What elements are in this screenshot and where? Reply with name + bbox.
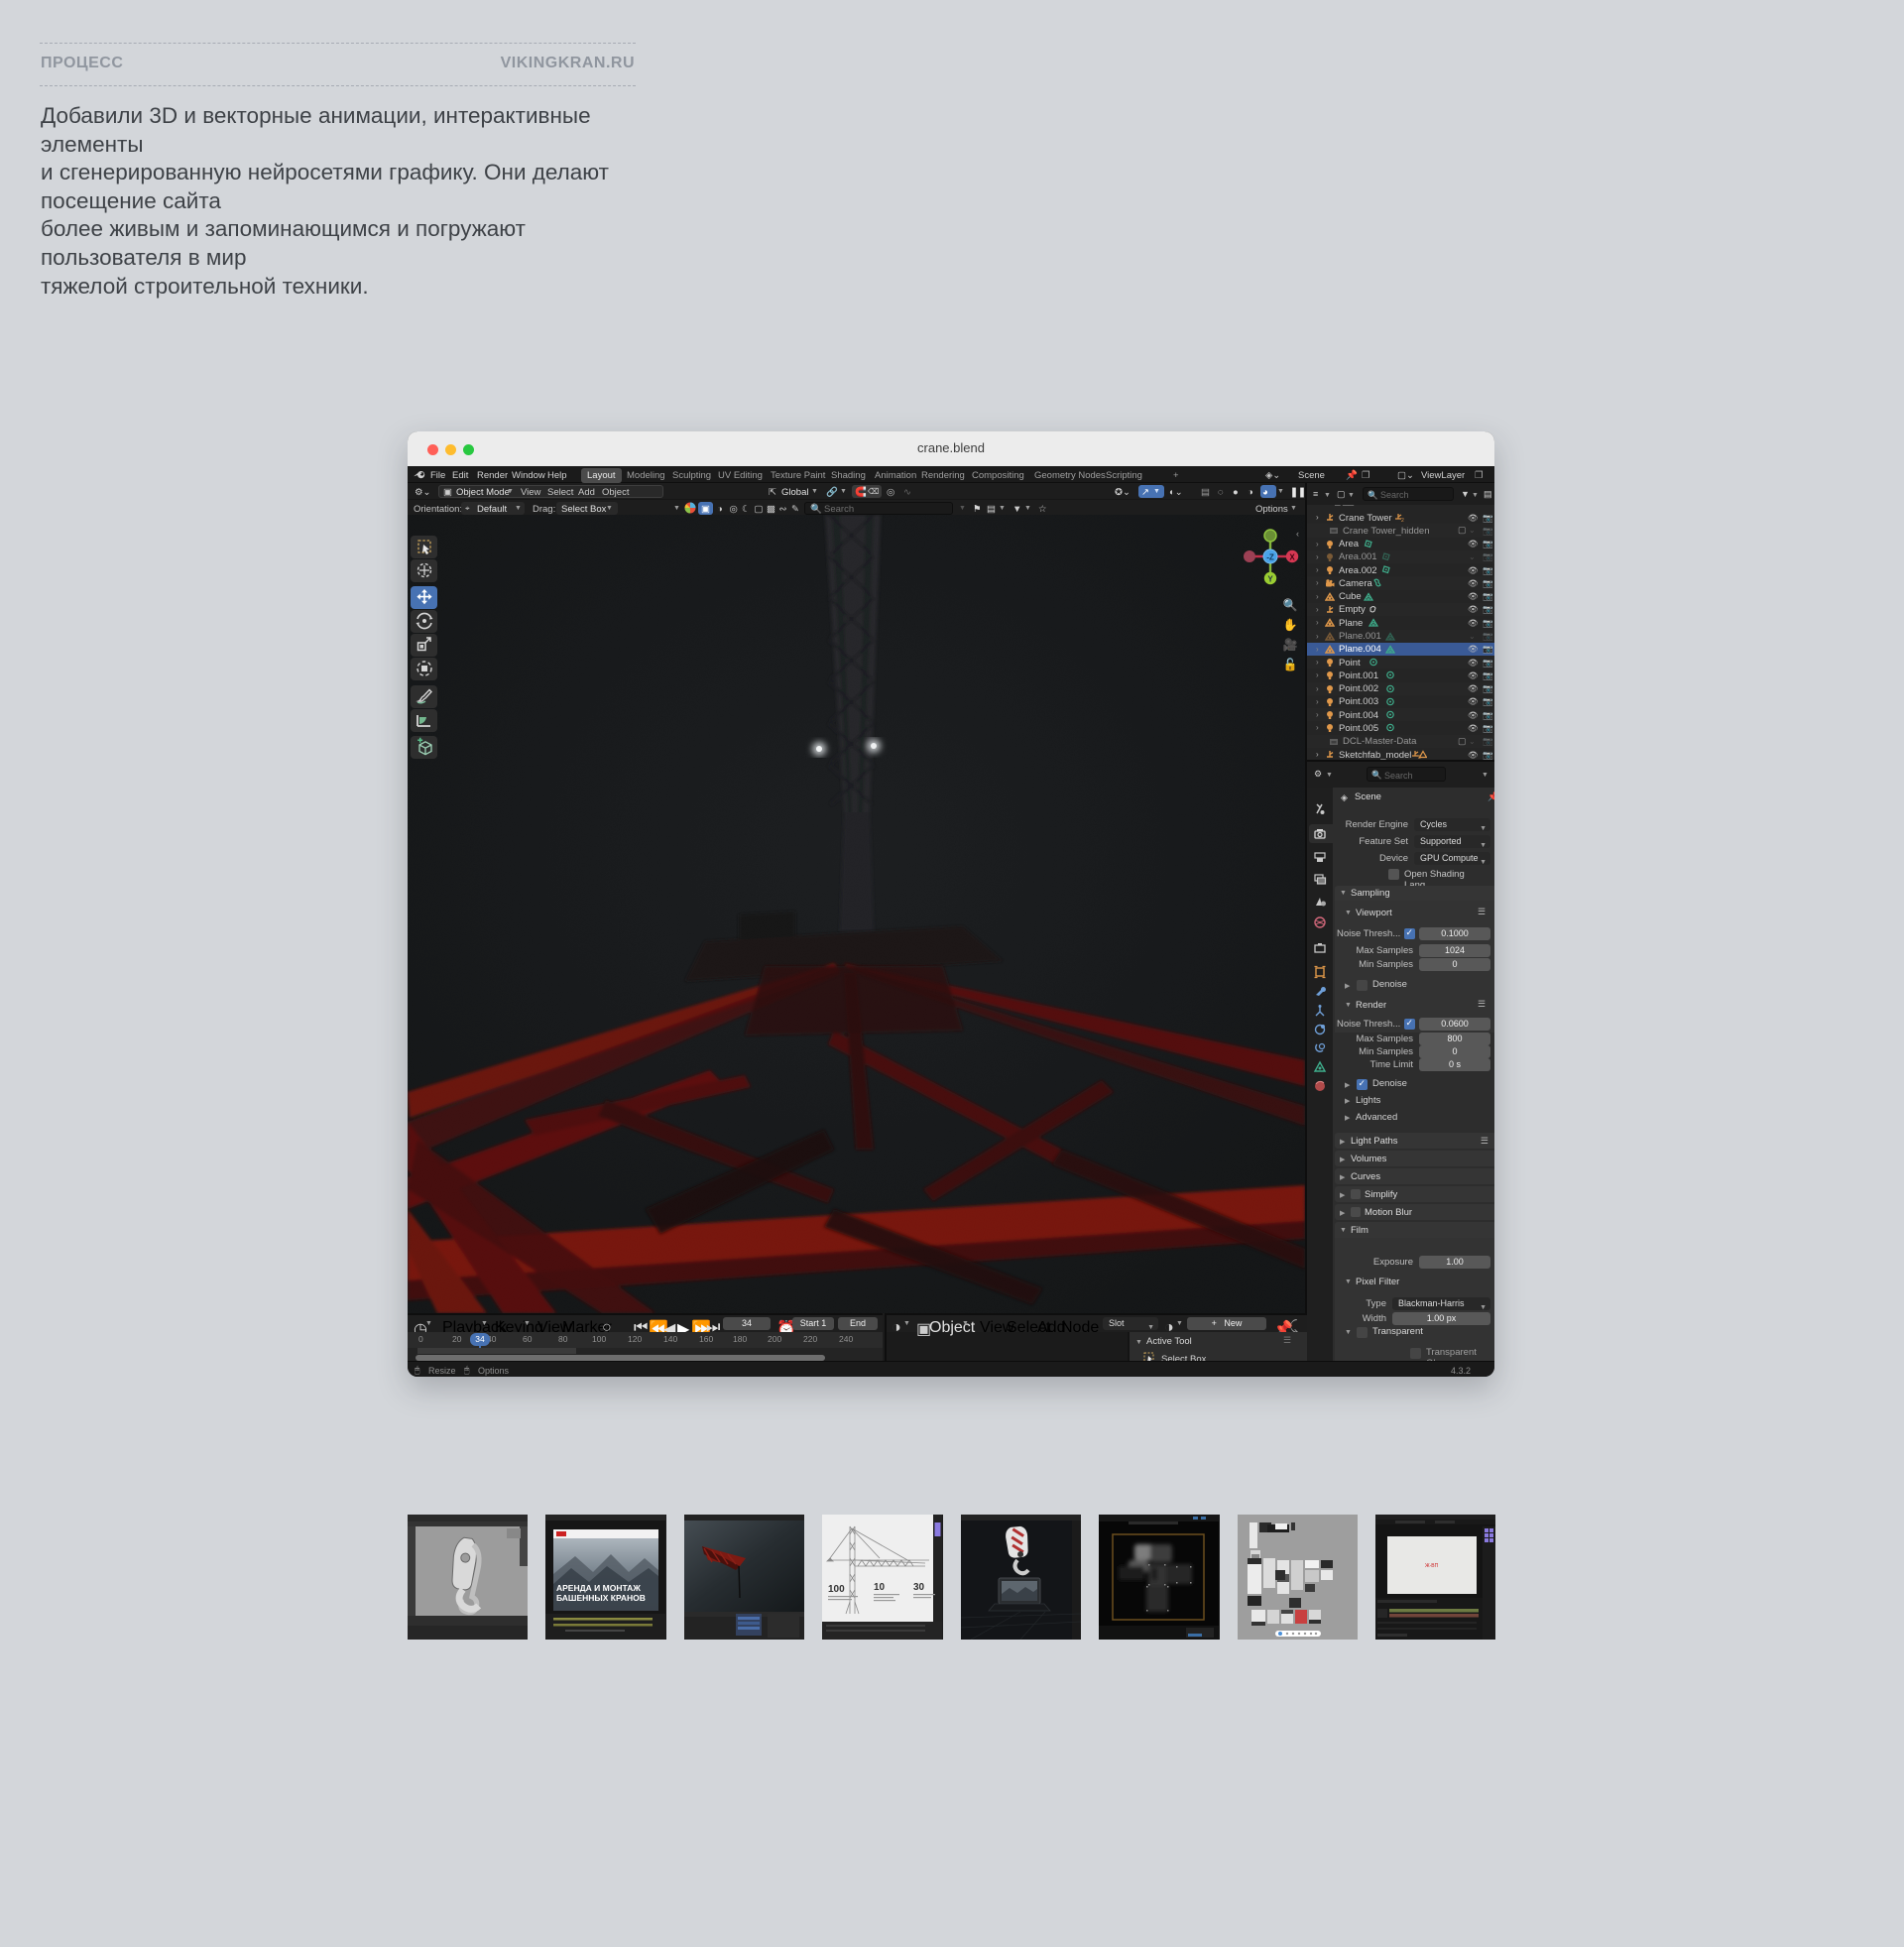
svg-text:X: X bbox=[1289, 553, 1295, 562]
svg-text:Ж-ВП: Ж-ВП bbox=[1425, 1563, 1439, 1569]
svg-text:2: 2 bbox=[1401, 518, 1404, 523]
svg-text:Y: Y bbox=[1267, 575, 1273, 584]
svg-text:БАШЕННЫХ КРАНОВ: БАШЕННЫХ КРАНОВ bbox=[556, 1593, 646, 1603]
svg-text:10: 10 bbox=[874, 1582, 886, 1593]
svg-text:-Z: -Z bbox=[1266, 553, 1274, 562]
svg-text:100: 100 bbox=[828, 1584, 845, 1595]
svg-text:АРЕНДА И МОНТАЖ: АРЕНДА И МОНТАЖ bbox=[556, 1583, 641, 1593]
svg-text:30: 30 bbox=[913, 1582, 925, 1593]
